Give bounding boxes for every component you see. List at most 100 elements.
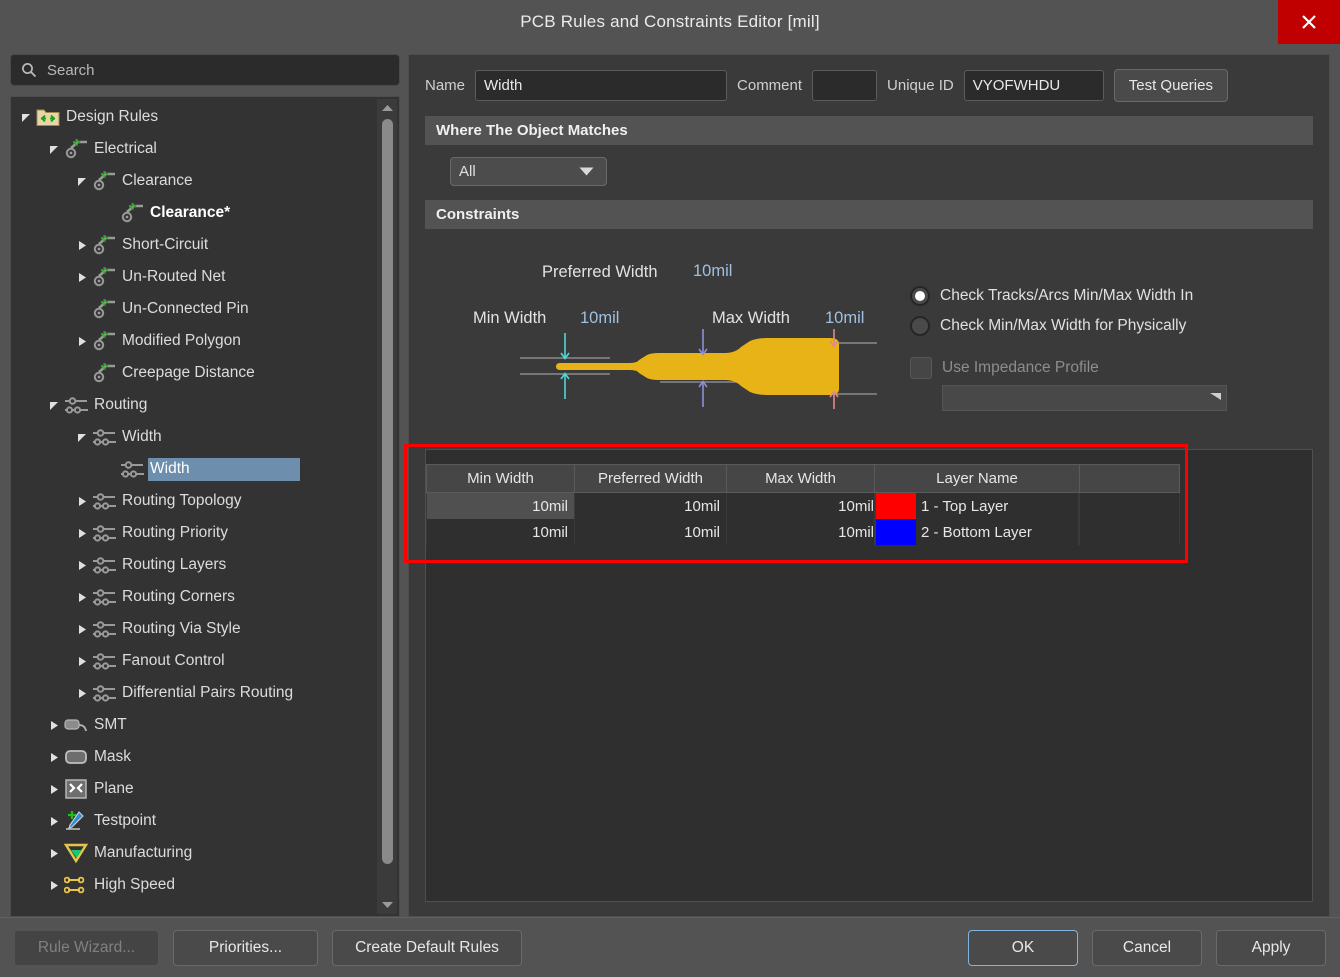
cell-layer-name[interactable]: 2 - Bottom Layer (875, 519, 1079, 545)
tree-item-width[interactable]: Width (11, 421, 375, 453)
col-min-width[interactable]: Min Width (426, 464, 575, 493)
tree-item-mask[interactable]: Mask (11, 741, 375, 773)
tree-twisty[interactable] (73, 336, 91, 347)
use-impedance-profile-row[interactable]: Use Impedance Profile (910, 353, 1230, 383)
tree-item-clearance[interactable]: Clearance (11, 165, 375, 197)
create-default-rules-button[interactable]: Create Default Rules (332, 929, 522, 966)
col-preferred-width[interactable]: Preferred Width (574, 464, 727, 493)
tree-twisty[interactable] (73, 688, 91, 699)
tree-item-label: Mask (94, 747, 132, 765)
constraints-header: Constraints (425, 200, 1313, 229)
search-input[interactable]: Search (10, 54, 400, 86)
tree-twisty[interactable] (45, 816, 63, 827)
width-check-options: Check Tracks/Arcs Min/Max Width In Check… (910, 281, 1230, 411)
tree-item-smt[interactable]: SMT (11, 709, 375, 741)
routing-rule-icon (92, 685, 116, 702)
cell-min-width[interactable]: 10mil (426, 492, 575, 519)
test-queries-button[interactable]: Test Queries (1113, 69, 1228, 102)
tree-item-width[interactable]: Width (11, 453, 375, 485)
tree-twisty[interactable] (73, 176, 91, 187)
tree-twisty (73, 304, 91, 315)
tree-twisty[interactable] (73, 240, 91, 251)
tree-item-design-rules[interactable]: Design Rules (11, 101, 375, 133)
high-speed-icon (63, 876, 84, 894)
tree-item-clearance[interactable]: Clearance* (11, 197, 375, 229)
layer-name-text: 2 - Bottom Layer (921, 523, 1032, 541)
tree-item-high-speed[interactable]: High Speed (11, 869, 375, 901)
tree-scrollbar[interactable] (377, 99, 397, 914)
tree-twisty[interactable] (73, 656, 91, 667)
col-layer-name[interactable]: Layer Name (874, 464, 1080, 493)
scroll-down-arrow[interactable] (377, 896, 397, 914)
use-impedance-profile-checkbox[interactable] (910, 357, 932, 379)
tree-item-fanout-control[interactable]: Fanout Control (11, 645, 375, 677)
table-row[interactable]: 10mil 10mil 10mil 1 - Top Layer (426, 492, 1180, 519)
tree-item-routing-via-style[interactable]: Routing Via Style (11, 613, 375, 645)
tree-twisty[interactable] (45, 848, 63, 859)
cell-min-width[interactable]: 10mil (426, 519, 575, 545)
tree-item-differential-pairs-routing[interactable]: Differential Pairs Routing (11, 677, 375, 709)
tree-twisty[interactable] (45, 144, 63, 155)
apply-button[interactable]: Apply (1216, 929, 1326, 966)
cancel-button[interactable]: Cancel (1092, 929, 1202, 966)
tree-twisty[interactable] (45, 720, 63, 731)
radio-check-physically[interactable]: Check Min/Max Width for Physically (910, 311, 1230, 341)
priorities-button[interactable]: Priorities... (173, 929, 318, 966)
cell-layer-name[interactable]: 1 - Top Layer (875, 493, 1079, 519)
comment-field[interactable] (812, 70, 878, 101)
preferred-width-diagram-label: Preferred Width (542, 263, 658, 281)
scope-select[interactable]: All (450, 157, 607, 186)
tree-item-creepage-distance[interactable]: Creepage Distance (11, 357, 375, 389)
tree-twisty[interactable] (45, 400, 63, 411)
table-row[interactable]: 10mil 10mil 10mil 2 - Bottom Layer (426, 519, 1180, 545)
tree-item-routing[interactable]: Routing (11, 389, 375, 421)
col-max-width[interactable]: Max Width (726, 464, 875, 493)
tree-item-label: Width (148, 457, 300, 481)
tree-item-routing-priority[interactable]: Routing Priority (11, 517, 375, 549)
tree-twisty[interactable] (73, 528, 91, 539)
tree-item-routing-topology[interactable]: Routing Topology (11, 485, 375, 517)
ok-label: OK (1011, 938, 1035, 956)
unique-id-field[interactable]: VYOFWHDU (963, 70, 1104, 101)
tree-item-testpoint[interactable]: Testpoint (11, 805, 375, 837)
tree-item-manufacturing[interactable]: Manufacturing (11, 837, 375, 869)
tree-twisty[interactable] (45, 880, 63, 891)
tree-item-electrical[interactable]: Electrical (11, 133, 375, 165)
tree-item-short-circuit[interactable]: Short-Circuit (11, 229, 375, 261)
cell-preferred-width[interactable]: 10mil (574, 492, 727, 519)
width-diagram-wrap: Preferred Width 10mil Min Width 10mil Ma… (425, 241, 1313, 446)
tree-twisty[interactable] (73, 592, 91, 603)
impedance-profile-select[interactable] (942, 385, 1227, 411)
tree-twisty[interactable] (73, 560, 91, 571)
cell-preferred-width[interactable]: 10mil (574, 519, 727, 545)
radio-button-tracks-arcs[interactable] (910, 286, 930, 306)
tree-twisty[interactable] (45, 752, 63, 763)
ok-button[interactable]: OK (968, 929, 1078, 966)
tree-item-routing-layers[interactable]: Routing Layers (11, 549, 375, 581)
tree-item-routing-corners[interactable]: Routing Corners (11, 581, 375, 613)
rule-wizard-button[interactable]: Rule Wizard... (14, 929, 159, 966)
tree-twisty[interactable] (73, 272, 91, 283)
electrical-rule-icon (93, 331, 115, 351)
tree-twisty[interactable] (17, 112, 35, 123)
twisty-collapsed-icon (78, 240, 86, 250)
tree-twisty[interactable] (45, 784, 63, 795)
width-rules-table[interactable]: Min Width Preferred Width Max Width Laye… (426, 464, 1180, 545)
tree-item-un-routed-net[interactable]: Un-Routed Net (11, 261, 375, 293)
radio-button-physically[interactable] (910, 316, 930, 336)
scrollbar-thumb[interactable] (381, 119, 393, 864)
tree-twisty (101, 464, 119, 475)
track-shape (556, 338, 839, 395)
radio-check-tracks-arcs[interactable]: Check Tracks/Arcs Min/Max Width In (910, 281, 1230, 311)
cell-max-width[interactable]: 10mil (726, 519, 875, 545)
cell-max-width[interactable]: 10mil (726, 492, 875, 519)
tree-item-plane[interactable]: Plane (11, 773, 375, 805)
tree-twisty[interactable] (73, 496, 91, 507)
tree-twisty[interactable] (73, 432, 91, 443)
tree-item-modified-polygon[interactable]: Modified Polygon (11, 325, 375, 357)
scroll-up-arrow[interactable] (377, 99, 397, 117)
name-field[interactable]: Width (475, 70, 728, 101)
close-button[interactable] (1278, 0, 1340, 44)
tree-twisty[interactable] (73, 624, 91, 635)
tree-item-un-connected-pin[interactable]: Un-Connected Pin (11, 293, 375, 325)
